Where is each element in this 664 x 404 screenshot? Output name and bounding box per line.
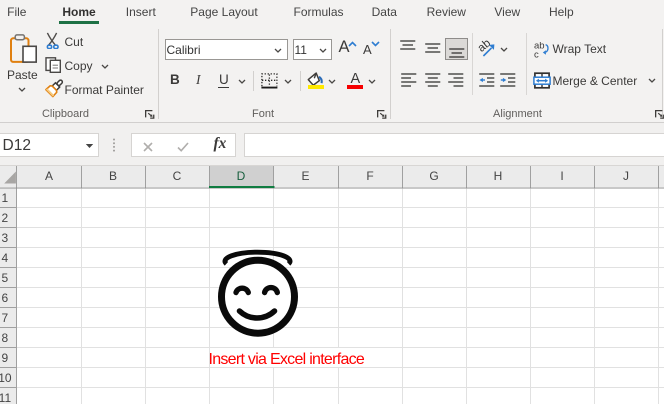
gridlines (0, 0, 664, 404)
row-header-11[interactable]: 11 (0, 391, 11, 404)
selected-column-underline (209, 186, 274, 188)
row-header-4[interactable]: 4 (2, 251, 9, 265)
row-header-1[interactable]: 1 (2, 191, 9, 205)
column-header-B[interactable]: B (109, 169, 117, 183)
row-header-3[interactable]: 3 (2, 231, 9, 245)
column-header-A[interactable]: A (45, 169, 53, 183)
row-header-9[interactable]: 9 (2, 351, 9, 365)
row-header-5[interactable]: 5 (2, 271, 9, 285)
column-header-E[interactable]: E (301, 169, 309, 183)
row-header-8[interactable]: 8 (2, 331, 9, 345)
row-header-10[interactable]: 10 (0, 371, 12, 385)
row-header-6[interactable]: 6 (2, 291, 9, 305)
column-header-H[interactable]: H (494, 169, 503, 183)
column-header-D[interactable]: D (237, 169, 246, 183)
column-header-F[interactable]: F (366, 169, 373, 183)
excel-window: FileHomeInsertPage LayoutFormulasDataRev… (0, 0, 664, 404)
column-header-C[interactable]: C (173, 169, 182, 183)
cell-d9-text[interactable]: Insert via Excel interface (209, 351, 365, 369)
column-header-G[interactable]: G (429, 169, 438, 183)
column-header-J[interactable]: J (623, 169, 629, 183)
row-header-7[interactable]: 7 (2, 311, 9, 325)
row-header-2[interactable]: 2 (2, 211, 9, 225)
column-header-I[interactable]: I (560, 169, 563, 183)
